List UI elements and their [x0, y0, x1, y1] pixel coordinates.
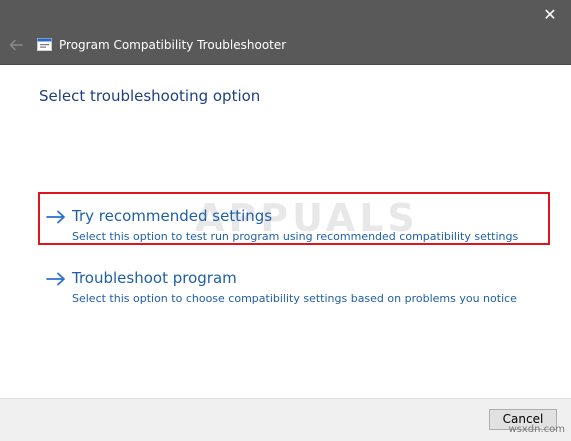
- footer-bar: [0, 398, 571, 441]
- option-description: Select this option to choose compatibili…: [72, 292, 517, 305]
- troubleshoot-program-option[interactable]: Troubleshoot program Select this option …: [46, 268, 517, 308]
- arrow-right-icon: [46, 272, 65, 286]
- page-heading: Select troubleshooting option: [39, 87, 261, 105]
- close-icon[interactable]: ✕: [539, 4, 561, 26]
- title-bar: ✕ Program Compatibility Troubleshooter: [0, 0, 571, 65]
- try-recommended-settings-option[interactable]: Try recommended settings Select this opt…: [46, 206, 519, 246]
- troubleshooter-app-icon: [37, 38, 52, 51]
- option-description: Select this option to test run program u…: [72, 230, 519, 243]
- option-title[interactable]: Try recommended settings: [72, 206, 272, 226]
- site-watermark: wsxdn.com: [508, 424, 565, 435]
- back-arrow-icon[interactable]: [8, 37, 24, 53]
- window-title: Program Compatibility Troubleshooter: [59, 38, 287, 52]
- option-title[interactable]: Troubleshoot program: [72, 268, 237, 288]
- arrow-right-icon: [46, 210, 65, 224]
